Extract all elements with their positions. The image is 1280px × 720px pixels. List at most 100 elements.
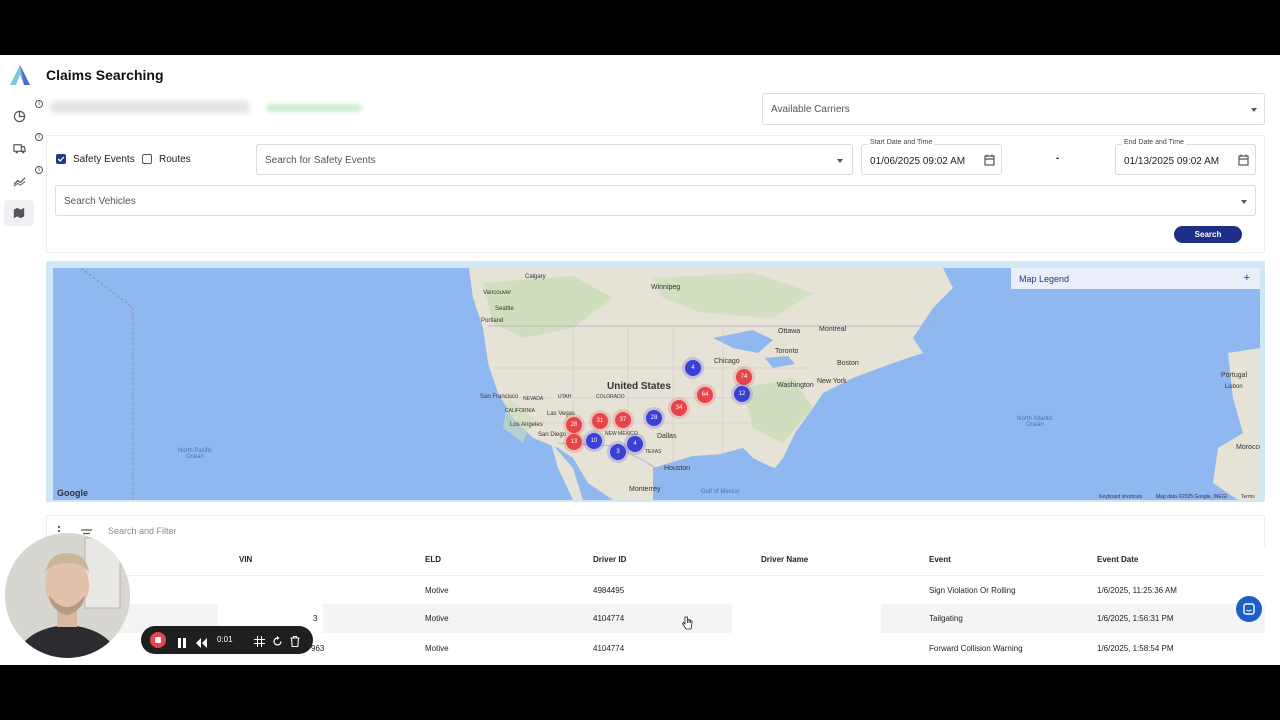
map-label-dallas: Dallas (657, 433, 677, 440)
page-title: Claims Searching (46, 67, 164, 83)
map-label-texas: TEXAS (645, 449, 662, 455)
chevron-down-icon (1251, 108, 1257, 112)
cell-driver-id: 4104774 (593, 644, 625, 653)
map-label-san-francisco: San Francisco (480, 394, 519, 400)
map-cluster-marker[interactable]: 64 (694, 384, 716, 406)
column-header-vin[interactable]: VIN (239, 555, 252, 564)
info-icon: i (35, 100, 43, 108)
end-date-field[interactable]: 01/13/2025 09:02 AM (1115, 144, 1256, 175)
map-cluster-marker[interactable]: 31 (589, 410, 611, 432)
chat-icon (1243, 603, 1255, 615)
map[interactable]: Map Legend + Winnipeg Vancouver Seattle Por… (53, 268, 1260, 500)
map-cluster-count: 28 (646, 410, 662, 426)
map-label-montreal: Montreal (819, 326, 847, 333)
carriers-select[interactable]: Available Carriers (762, 93, 1265, 125)
map-label-utah: UTAH (558, 394, 572, 400)
map-legend-title: Map Legend (1019, 274, 1070, 284)
map-label-terms[interactable]: Terms (1241, 494, 1255, 500)
map-label-washington: Washington (777, 382, 814, 389)
cell-driver-id: 4984495 (593, 586, 625, 595)
map-label-keyboard-shortcuts[interactable]: Keyboard shortcuts (1099, 494, 1142, 500)
safety-events-search[interactable]: Search for Safety Events (256, 144, 853, 175)
map-cluster-count: 10 (586, 433, 602, 449)
hand-cursor-icon (681, 616, 693, 635)
map-cluster-marker[interactable]: 12 (731, 383, 753, 405)
table-row[interactable]: Motive 4984495 Sign Violation Or Rolling… (46, 575, 1265, 604)
dashboard-nav-icon[interactable] (4, 103, 34, 129)
map-label-boston: Boston (837, 360, 859, 367)
presenter-avatar (5, 533, 130, 658)
column-header-eld[interactable]: ELD (425, 555, 441, 564)
chevron-down-icon (1241, 200, 1247, 204)
calendar-icon[interactable] (984, 154, 995, 166)
search-button[interactable]: Search (1174, 226, 1242, 243)
vehicles-search[interactable]: Search Vehicles (55, 185, 1256, 216)
map-label-monterrey: Monterrey (629, 486, 661, 493)
routes-checkbox[interactable] (142, 154, 152, 164)
pause-icon[interactable] (178, 635, 186, 653)
grid-icon[interactable] (254, 634, 265, 652)
safety-events-checkbox[interactable] (56, 154, 66, 164)
start-date-value: 01/06/2025 09:02 AM (870, 156, 966, 167)
routes-label: Routes (159, 154, 191, 165)
restart-icon[interactable] (272, 634, 283, 652)
chat-launcher-button[interactable] (1236, 596, 1262, 622)
map-nav-icon[interactable] (4, 200, 34, 226)
map-label-chicago: Chicago (714, 358, 740, 365)
cell-eld: Motive (425, 586, 449, 595)
map-cluster-marker[interactable]: 34 (668, 397, 690, 419)
cell-eld: Motive (425, 614, 449, 623)
map-label-portugal: Portugal (1221, 372, 1248, 379)
start-date-label: Start Date and Time (868, 139, 935, 146)
map-cluster-count: 37 (615, 412, 631, 428)
recording-timer: 0:01 (217, 635, 233, 644)
map-label-los-angeles: Los Angeles (510, 422, 543, 428)
calendar-icon[interactable] (1238, 154, 1249, 166)
expand-icon[interactable]: + (1244, 272, 1250, 284)
safety-events-label: Safety Events (73, 154, 135, 165)
cell-event-date: 1/6/2025, 1:58:54 PM (1097, 644, 1174, 653)
map-label-morocco: Morocco (1236, 444, 1260, 451)
column-header-driver-name[interactable]: Driver Name (761, 555, 808, 564)
webcam-overlay (5, 533, 130, 658)
app-logo (6, 63, 34, 87)
map-label-united-states: United States (607, 381, 671, 392)
table-search-input[interactable]: Search and Filter (108, 526, 177, 536)
cell-vin: 963 (311, 644, 325, 653)
column-header-event-date[interactable]: Event Date (1097, 555, 1138, 564)
app-window: i i i Claims Searching Available Carrier… (0, 55, 1280, 665)
column-header-event[interactable]: Event (929, 555, 951, 564)
analytics-nav-icon[interactable] (4, 168, 34, 194)
redacted-status (266, 104, 362, 112)
map-label-north-atlantic-ocean: North Atlantic Ocean (1017, 416, 1053, 428)
stop-recording-button[interactable] (150, 632, 166, 648)
vehicles-placeholder: Search Vehicles (64, 196, 136, 207)
truck-nav-icon[interactable] (4, 135, 34, 161)
trash-icon[interactable] (290, 634, 300, 652)
map-cluster-count: 12 (734, 386, 750, 402)
map-cluster-count: 31 (592, 413, 608, 429)
map-cluster-marker[interactable]: 13 (563, 431, 585, 453)
map-cluster-count: 13 (566, 434, 582, 450)
map-cluster-count: 4 (685, 360, 701, 376)
map-label-gulf-of-mexico: Gulf of Mexico (701, 489, 740, 495)
start-date-field[interactable]: 01/06/2025 09:02 AM (861, 144, 1002, 175)
map-cluster-count: 34 (671, 400, 687, 416)
end-date-value: 01/13/2025 09:02 AM (1124, 156, 1220, 167)
map-label-winnipeg: Winnipeg (651, 284, 681, 291)
map-cluster-marker[interactable]: 37 (612, 409, 634, 431)
map-label-new-york: New York (817, 378, 847, 385)
map-cluster-marker[interactable]: 28 (643, 407, 665, 429)
map-cluster-marker[interactable]: 10 (583, 430, 605, 452)
info-icon: i (35, 133, 43, 141)
safety-events-placeholder: Search for Safety Events (265, 155, 376, 166)
map-legend[interactable]: Map Legend + (1011, 268, 1260, 289)
map-container: Map Legend + Winnipeg Vancouver Seattle Por… (46, 261, 1265, 502)
rewind-icon[interactable] (196, 635, 207, 653)
cell-event-date: 1/6/2025, 1:56:31 PM (1097, 614, 1174, 623)
redacted-account-name (50, 101, 250, 113)
map-cluster-marker[interactable]: 4 (682, 357, 704, 379)
column-header-driver-id[interactable]: Driver ID (593, 555, 626, 564)
cell-event: Tailgating (929, 614, 963, 623)
map-cluster-marker[interactable]: 3 (607, 441, 629, 463)
